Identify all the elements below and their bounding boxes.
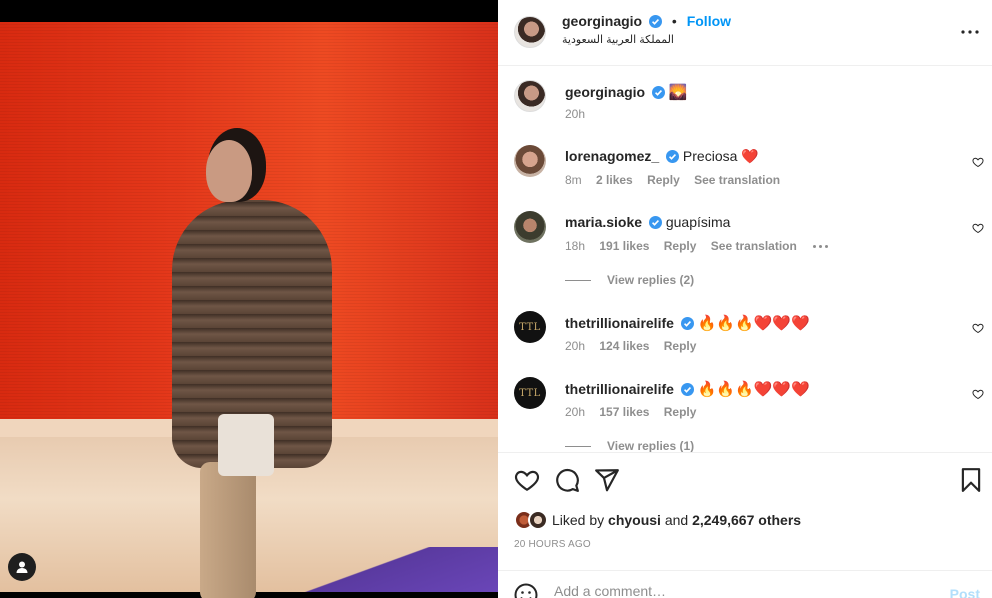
- commenter-username[interactable]: thetrillionairelife: [565, 381, 674, 397]
- reply-button[interactable]: Reply: [664, 339, 697, 353]
- view-replies-button[interactable]: View replies (1): [565, 439, 694, 452]
- post-location[interactable]: المملكة العربية السعودية: [562, 33, 674, 46]
- comment-likes[interactable]: 124 likes: [599, 339, 649, 353]
- comment-icon[interactable]: [554, 467, 580, 493]
- add-comment-bar: Post: [498, 570, 992, 598]
- post-timestamp[interactable]: 20 HOURS AGO: [514, 539, 591, 550]
- user-icon: [16, 561, 28, 573]
- instagram-post-modal: georginagio • Follow المملكة العربية الس…: [0, 0, 992, 598]
- comment-text: Preciosa ❤️: [682, 148, 759, 164]
- commenter-username[interactable]: maria.sioke: [565, 214, 642, 230]
- post-comment-button[interactable]: Post: [950, 586, 980, 598]
- liker-avatar[interactable]: [528, 510, 548, 530]
- author-avatar[interactable]: [514, 16, 546, 48]
- verified-icon: [648, 216, 662, 229]
- liker-username[interactable]: chyousi: [608, 512, 661, 528]
- share-icon[interactable]: [594, 467, 620, 493]
- see-translation-button[interactable]: See translation: [711, 239, 797, 253]
- caption-avatar[interactable]: [514, 80, 546, 112]
- view-replies-button[interactable]: View replies (2): [565, 273, 694, 287]
- post-actions: Liked by chyousi and 2,249,667 others 20…: [498, 452, 992, 570]
- commenter-avatar[interactable]: [514, 145, 546, 177]
- more-icon: [961, 30, 979, 34]
- comment-text: 🔥🔥🔥❤️❤️❤️: [697, 314, 810, 332]
- commenter-avatar[interactable]: TTL: [514, 377, 546, 409]
- commenter-username[interactable]: thetrillionairelife: [565, 315, 674, 331]
- comment-more-icon[interactable]: [813, 245, 829, 249]
- verified-icon: [649, 15, 663, 28]
- verified-icon: [652, 86, 666, 99]
- heart-icon[interactable]: [972, 156, 984, 168]
- commenter-avatar[interactable]: [514, 211, 546, 243]
- smile-icon[interactable]: [514, 583, 538, 598]
- comment-text: 🔥🔥🔥❤️❤️❤️: [697, 380, 810, 398]
- commenter-username[interactable]: lorenagomez_: [565, 148, 659, 164]
- verified-icon: [680, 317, 694, 330]
- see-translation-button[interactable]: See translation: [694, 173, 780, 187]
- comment-time: 20h: [565, 405, 586, 419]
- comments-list[interactable]: georginagio 🌄 20h lorenagomez_ Preciosa …: [498, 66, 992, 452]
- comment-time: 20h: [565, 339, 586, 353]
- comment-time: 8m: [565, 173, 582, 187]
- caption-text: 🌄: [668, 83, 688, 101]
- post-header: georginagio • Follow المملكة العربية الس…: [498, 0, 992, 66]
- reply-button[interactable]: Reply: [664, 405, 697, 419]
- liked-by: Liked by chyousi and 2,249,667 others: [514, 510, 801, 530]
- verified-icon: [666, 150, 680, 163]
- comment-likes[interactable]: 157 likes: [599, 405, 649, 419]
- heart-icon[interactable]: [972, 322, 984, 334]
- comment-text: guapísima: [665, 214, 731, 230]
- heart-icon[interactable]: [972, 222, 984, 234]
- comment-likes[interactable]: 191 likes: [599, 239, 649, 253]
- comment-input[interactable]: [554, 583, 924, 598]
- post-photo[interactable]: [0, 22, 498, 598]
- heart-icon[interactable]: [514, 467, 540, 493]
- heart-icon[interactable]: [972, 388, 984, 400]
- verified-icon: [680, 383, 694, 396]
- follow-button[interactable]: Follow: [687, 13, 731, 29]
- comment-time: 18h: [565, 239, 586, 253]
- post-photo-panel: [0, 0, 498, 598]
- likes-count[interactable]: 2,249,667 others: [692, 512, 801, 528]
- tagged-users-button[interactable]: [8, 553, 36, 581]
- author-username[interactable]: georginagio: [562, 13, 642, 29]
- post-side-panel: georginagio • Follow المملكة العربية الس…: [498, 0, 992, 598]
- comment-likes[interactable]: 2 likes: [596, 173, 633, 187]
- reply-button[interactable]: Reply: [664, 239, 697, 253]
- caption-username[interactable]: georginagio: [565, 84, 645, 100]
- caption-time: 20h: [565, 107, 586, 121]
- bookmark-icon[interactable]: [958, 467, 984, 493]
- reply-button[interactable]: Reply: [647, 173, 680, 187]
- commenter-avatar[interactable]: TTL: [514, 311, 546, 343]
- more-options-button[interactable]: [960, 22, 980, 42]
